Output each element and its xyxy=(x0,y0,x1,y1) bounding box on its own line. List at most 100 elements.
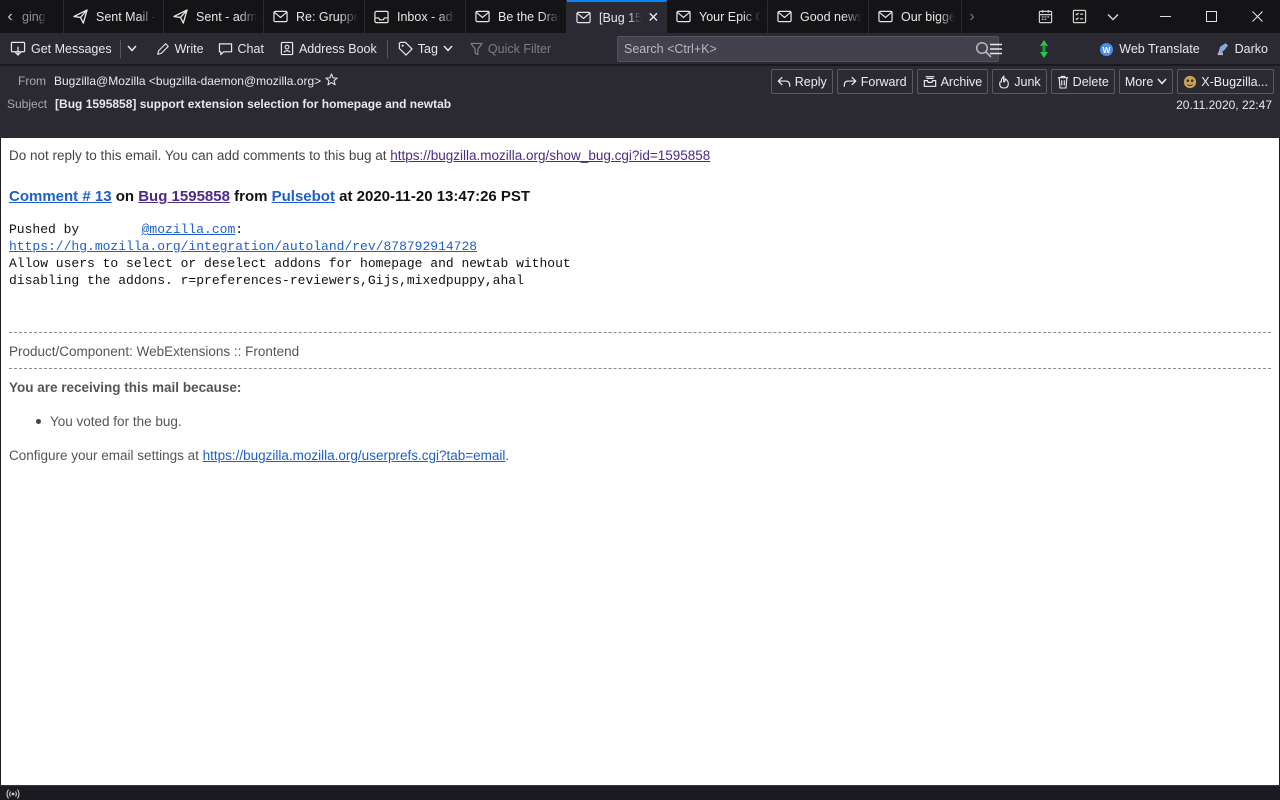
divider xyxy=(9,368,1271,369)
app-menu-button[interactable] xyxy=(983,36,1014,62)
get-messages-button[interactable]: Get Messages xyxy=(4,36,118,62)
tab-scroll-left-icon[interactable]: ‹ xyxy=(0,0,20,33)
tab-scroll-right-icon[interactable]: › xyxy=(962,0,982,33)
address-book-button[interactable]: Address Book xyxy=(274,36,383,62)
close-window-button[interactable] xyxy=(1234,0,1280,33)
revision-link[interactable]: https://hg.mozilla.org/integration/autol… xyxy=(9,239,477,254)
chevron-down-icon xyxy=(127,45,137,52)
tab-inbox[interactable]: Inbox - adi xyxy=(365,0,466,33)
from-text: from xyxy=(229,188,272,205)
bug-url-link[interactable]: https://bugzilla.mozilla.org/show_bug.cg… xyxy=(390,148,710,163)
send-icon xyxy=(172,9,188,25)
tab-be-the-dragon[interactable]: Be the Drag xyxy=(466,0,567,33)
get-messages-icon xyxy=(10,41,26,56)
tab-good-news[interactable]: Good news xyxy=(768,0,869,33)
tab-label: Inbox - adi xyxy=(397,9,456,24)
archive-button[interactable]: Archive xyxy=(916,69,989,94)
quick-filter-label: Quick Filter xyxy=(487,41,552,56)
tab-chat[interactable]: ging xyxy=(20,0,64,33)
mail-icon xyxy=(272,9,288,25)
write-button[interactable]: Write xyxy=(150,36,210,62)
reason-list-item: You voted for the bug. xyxy=(36,414,182,429)
addon-status-icon[interactable] xyxy=(1034,36,1059,62)
window-controls xyxy=(1028,0,1280,33)
from-label: From xyxy=(18,74,46,88)
delete-button[interactable]: Delete xyxy=(1050,69,1115,94)
tag-icon xyxy=(398,41,413,56)
chat-button[interactable]: Chat xyxy=(212,36,270,62)
forward-button[interactable]: Forward xyxy=(836,69,913,94)
at-text: at 2020-11-20 13:47:26 PST xyxy=(334,188,531,205)
x-bugzilla-button[interactable]: X-Bugzilla... xyxy=(1177,69,1274,94)
tab-label: Good news xyxy=(800,9,862,24)
get-messages-dropdown[interactable] xyxy=(123,36,146,62)
send-icon xyxy=(72,9,88,25)
junk-button[interactable]: Junk xyxy=(992,69,1047,94)
mail-icon xyxy=(474,9,490,25)
quick-filter-button[interactable]: Quick Filter xyxy=(464,36,557,62)
pencil-icon xyxy=(156,42,169,55)
inbox-icon xyxy=(373,9,389,25)
from-value[interactable]: Bugzilla@Mozilla <bugzilla-daemon@mozill… xyxy=(54,74,321,88)
tab-sent-admin[interactable]: Sent - adm xyxy=(164,0,264,33)
tab-label: Sent - adm xyxy=(196,9,257,24)
chat-icon xyxy=(218,42,232,55)
comment-heading: Comment # 13 on Bug 1595858 from Pulsebo… xyxy=(9,188,530,205)
comment-link[interactable]: Comment # 13 xyxy=(9,188,112,205)
search-input[interactable]: Search <Ctrl+K> xyxy=(617,36,999,62)
userprefs-link[interactable]: https://bugzilla.mozilla.org/userprefs.c… xyxy=(203,448,506,463)
commit-line-2: disabling the addons. r=preferences-revi… xyxy=(9,273,524,288)
tag-button[interactable]: Tag xyxy=(392,36,464,62)
subject-row: Subject [Bug 1595858] support extension … xyxy=(7,97,451,111)
header-actions: Reply Forward Archive Junk Delete More X… xyxy=(767,69,1274,94)
online-status-icon[interactable] xyxy=(6,787,20,800)
tab-list-chevron-icon[interactable] xyxy=(1096,0,1130,33)
tab-bug-1595858[interactable]: [Bug 15 ✕ xyxy=(567,0,667,33)
intro-text: Do not reply to this email. You can add … xyxy=(9,148,391,163)
divider xyxy=(386,39,388,58)
tab-label: Be the Drag xyxy=(498,9,560,24)
fire-icon xyxy=(999,74,1010,89)
tab-label: ging xyxy=(22,9,46,24)
user-profile-button[interactable]: Darko xyxy=(1210,36,1274,62)
mail-icon xyxy=(776,9,792,25)
pushed-by-text: Pushed by xyxy=(9,222,142,237)
search-placeholder: Search <Ctrl+K> xyxy=(624,42,717,56)
tab-sent-mail[interactable]: Sent Mail - xyxy=(64,0,164,33)
bug-link[interactable]: Bug 1595858 xyxy=(138,188,230,205)
tab-your-epic[interactable]: Your Epic G xyxy=(667,0,768,33)
reply-label: Reply xyxy=(794,74,827,89)
toolbar-right: W Web Translate Darko xyxy=(983,33,1280,65)
star-icon[interactable] xyxy=(325,73,338,89)
minimize-button[interactable] xyxy=(1142,0,1188,33)
more-button[interactable]: More xyxy=(1118,69,1174,94)
pusher-suffix: : xyxy=(235,222,244,237)
write-label: Write xyxy=(174,41,204,56)
tasks-icon[interactable] xyxy=(1062,0,1096,33)
tab-our-biggest[interactable]: Our bigges xyxy=(869,0,962,33)
divider xyxy=(9,332,1271,333)
web-translate-button[interactable]: W Web Translate xyxy=(1093,36,1205,62)
configure-text: Configure your email settings at xyxy=(9,448,203,463)
archive-label: Archive xyxy=(940,74,983,89)
mail-toolbar: Get Messages Write Chat Address Book Tag… xyxy=(0,33,1280,65)
from-row: From Bugzilla@Mozilla <bugzilla-daemon@m… xyxy=(18,73,338,89)
intro-paragraph: Do not reply to this email. You can add … xyxy=(9,148,710,163)
subject-value: [Bug 1595858] support extension selectio… xyxy=(55,97,452,111)
reply-button[interactable]: Reply xyxy=(770,69,833,94)
message-body: Do not reply to this email. You can add … xyxy=(1,138,1279,785)
message-header: From Bugzilla@Mozilla <bugzilla-daemon@m… xyxy=(0,66,1280,138)
maximize-button[interactable] xyxy=(1188,0,1234,33)
close-icon[interactable]: ✕ xyxy=(647,9,660,26)
author-link[interactable]: Pulsebot xyxy=(272,188,335,205)
svg-text:W: W xyxy=(1103,44,1111,54)
tab-label: Re: Gruppe xyxy=(296,9,358,24)
pusher-link[interactable]: @mozilla.com xyxy=(142,222,236,237)
tab-re-gruppe[interactable]: Re: Gruppe xyxy=(264,0,365,33)
on-text: on xyxy=(111,188,139,205)
commit-line-1: Allow users to select or deselect addons… xyxy=(9,256,571,271)
delete-label: Delete xyxy=(1072,74,1109,89)
calendar-icon[interactable] xyxy=(1028,0,1062,33)
junk-label: Junk xyxy=(1014,74,1041,89)
address-book-icon xyxy=(280,41,294,56)
